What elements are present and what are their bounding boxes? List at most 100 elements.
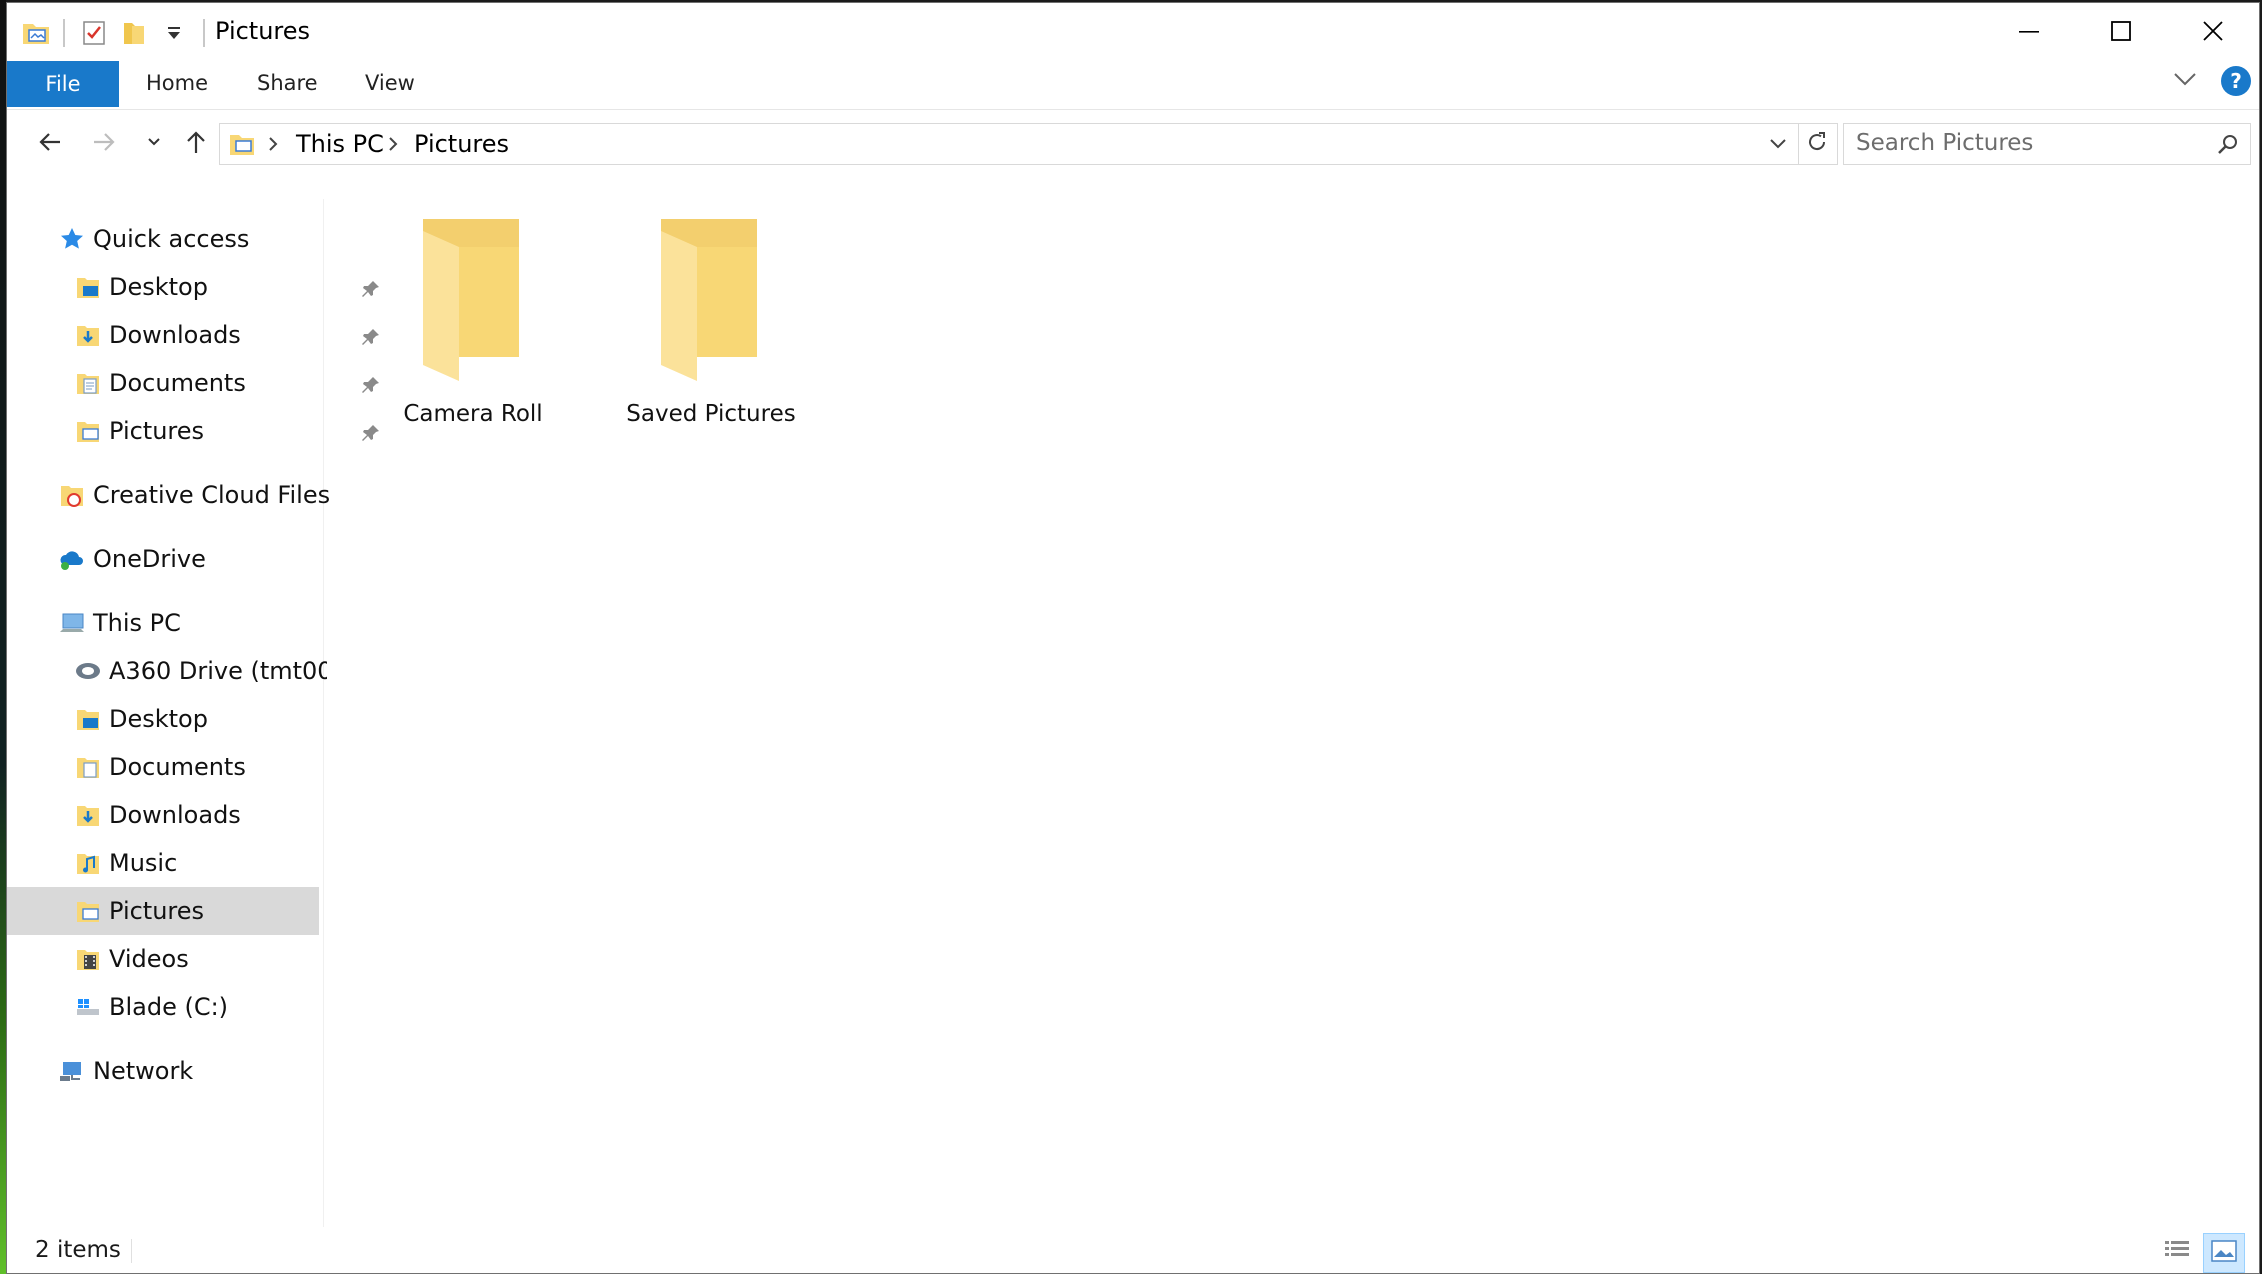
close-button[interactable] bbox=[2167, 3, 2259, 63]
folder-icon bbox=[21, 18, 51, 48]
folder-item[interactable]: Saved Pictures bbox=[611, 211, 811, 431]
refresh-button[interactable] bbox=[1797, 123, 1838, 165]
new-folder-icon[interactable] bbox=[119, 18, 149, 48]
refresh-icon bbox=[1805, 130, 1829, 158]
tab-share[interactable]: Share bbox=[257, 71, 318, 95]
creative-cloud-icon bbox=[59, 482, 85, 508]
documents-folder-icon bbox=[75, 370, 101, 396]
nav-onedrive[interactable]: OneDrive bbox=[59, 535, 369, 583]
folder-icon bbox=[651, 211, 771, 385]
nav-label: Videos bbox=[109, 945, 189, 973]
chevron-right-icon[interactable] bbox=[386, 134, 400, 158]
ribbon-tabs: File Home Share View ? bbox=[7, 61, 2259, 110]
maximize-button[interactable] bbox=[2075, 3, 2167, 63]
properties-icon[interactable] bbox=[79, 18, 109, 48]
documents-folder-icon bbox=[75, 754, 101, 780]
address-bar[interactable]: This PC Pictures bbox=[219, 123, 1799, 165]
back-icon bbox=[36, 128, 64, 160]
quick-access-toolbar bbox=[21, 17, 199, 49]
pictures-folder-icon bbox=[75, 418, 101, 444]
navigation-pane: Quick access Desktop Downloads Documents… bbox=[7, 199, 379, 1227]
toolbar-separator bbox=[63, 19, 65, 47]
large-icons-view-button[interactable] bbox=[2203, 1233, 2245, 1273]
help-icon[interactable]: ? bbox=[2221, 66, 2251, 96]
maximize-icon bbox=[2110, 20, 2132, 46]
folder-icon bbox=[413, 211, 533, 385]
nav-label: Pictures bbox=[109, 417, 205, 445]
nav-a360-drive[interactable]: A360 Drive (tmt0009 bbox=[75, 647, 327, 695]
recent-icon bbox=[144, 132, 164, 156]
nav-label: Desktop bbox=[109, 273, 208, 301]
nav-pc-pictures[interactable]: Pictures bbox=[7, 887, 319, 935]
nav-label: Blade (C:) bbox=[109, 993, 229, 1021]
details-view-icon bbox=[2163, 1237, 2191, 1267]
nav-network[interactable]: Network bbox=[59, 1047, 369, 1095]
nav-label: Documents bbox=[109, 369, 246, 397]
address-dropdown-icon[interactable] bbox=[1766, 132, 1790, 160]
minimize-icon bbox=[2018, 20, 2040, 46]
downloads-folder-icon bbox=[75, 322, 101, 348]
nav-label: OneDrive bbox=[93, 545, 206, 573]
breadcrumb-pictures[interactable]: Pictures bbox=[414, 130, 509, 158]
nav-quick-access[interactable]: Quick access bbox=[59, 215, 369, 263]
close-icon bbox=[2202, 20, 2224, 46]
status-bar: 2 items bbox=[7, 1225, 2259, 1273]
search-icon[interactable] bbox=[2216, 132, 2240, 162]
back-button[interactable] bbox=[33, 127, 67, 161]
nav-label: Creative Cloud Files bbox=[93, 481, 331, 509]
desktop-folder-icon bbox=[75, 274, 101, 300]
downloads-folder-icon bbox=[75, 802, 101, 828]
pictures-folder-icon bbox=[228, 130, 256, 162]
tab-home[interactable]: Home bbox=[146, 71, 208, 95]
drive-icon bbox=[75, 994, 101, 1020]
nav-label: Documents bbox=[109, 753, 246, 781]
pc-icon bbox=[59, 610, 85, 636]
navigation-bar: This PC Pictures Search Pictures bbox=[7, 121, 2259, 167]
breadcrumb-this-pc[interactable]: This PC bbox=[296, 130, 384, 158]
desktop-folder-icon bbox=[75, 706, 101, 732]
tab-view[interactable]: View bbox=[365, 71, 415, 95]
search-box[interactable]: Search Pictures bbox=[1843, 123, 2251, 165]
forward-button[interactable] bbox=[87, 127, 121, 161]
star-icon bbox=[59, 226, 85, 252]
folder-label: Saved Pictures bbox=[626, 401, 796, 427]
item-count: 2 items bbox=[35, 1237, 121, 1263]
nav-label: Network bbox=[93, 1057, 194, 1085]
recent-locations-button[interactable] bbox=[137, 127, 171, 161]
details-view-button[interactable] bbox=[2157, 1233, 2197, 1271]
nav-creative-cloud[interactable]: Creative Cloud Files bbox=[59, 471, 369, 519]
file-explorer-window: Pictures File Home Share View ? This PC … bbox=[6, 2, 2260, 1274]
window-controls bbox=[1983, 3, 2259, 63]
status-separator bbox=[131, 1239, 132, 1263]
ribbon-right-controls: ? bbox=[2171, 65, 2259, 97]
onedrive-icon bbox=[59, 546, 85, 572]
a360-drive-icon bbox=[75, 658, 101, 684]
nav-this-pc[interactable]: This PC bbox=[59, 599, 369, 647]
nav-label: Downloads bbox=[109, 321, 241, 349]
tab-file[interactable]: File bbox=[7, 61, 119, 107]
title-separator bbox=[203, 19, 205, 47]
nav-label: A360 Drive (tmt0009 bbox=[109, 657, 327, 685]
nav-label: Music bbox=[109, 849, 178, 877]
folder-item[interactable]: Camera Roll bbox=[373, 211, 573, 431]
window-title: Pictures bbox=[215, 17, 311, 45]
file-list: Camera Roll Saved Pictures bbox=[327, 199, 2257, 1227]
minimize-button[interactable] bbox=[1983, 3, 2075, 63]
forward-icon bbox=[90, 128, 118, 160]
expand-ribbon-icon[interactable] bbox=[2171, 65, 2199, 97]
music-folder-icon bbox=[75, 850, 101, 876]
nav-label: Quick access bbox=[93, 225, 250, 253]
pictures-folder-icon bbox=[75, 898, 101, 924]
nav-label: Desktop bbox=[109, 705, 208, 733]
search-placeholder: Search Pictures bbox=[1856, 130, 2034, 156]
dropdown-icon[interactable] bbox=[159, 18, 189, 48]
folder-label: Camera Roll bbox=[403, 401, 543, 427]
nav-label: Downloads bbox=[109, 801, 241, 829]
chevron-right-icon bbox=[266, 134, 280, 158]
large-icons-view-icon bbox=[2209, 1238, 2239, 1268]
nav-label: This PC bbox=[93, 609, 181, 637]
up-icon bbox=[182, 128, 210, 160]
nav-label: Pictures bbox=[109, 897, 205, 925]
up-button[interactable] bbox=[179, 127, 213, 161]
videos-folder-icon bbox=[75, 946, 101, 972]
